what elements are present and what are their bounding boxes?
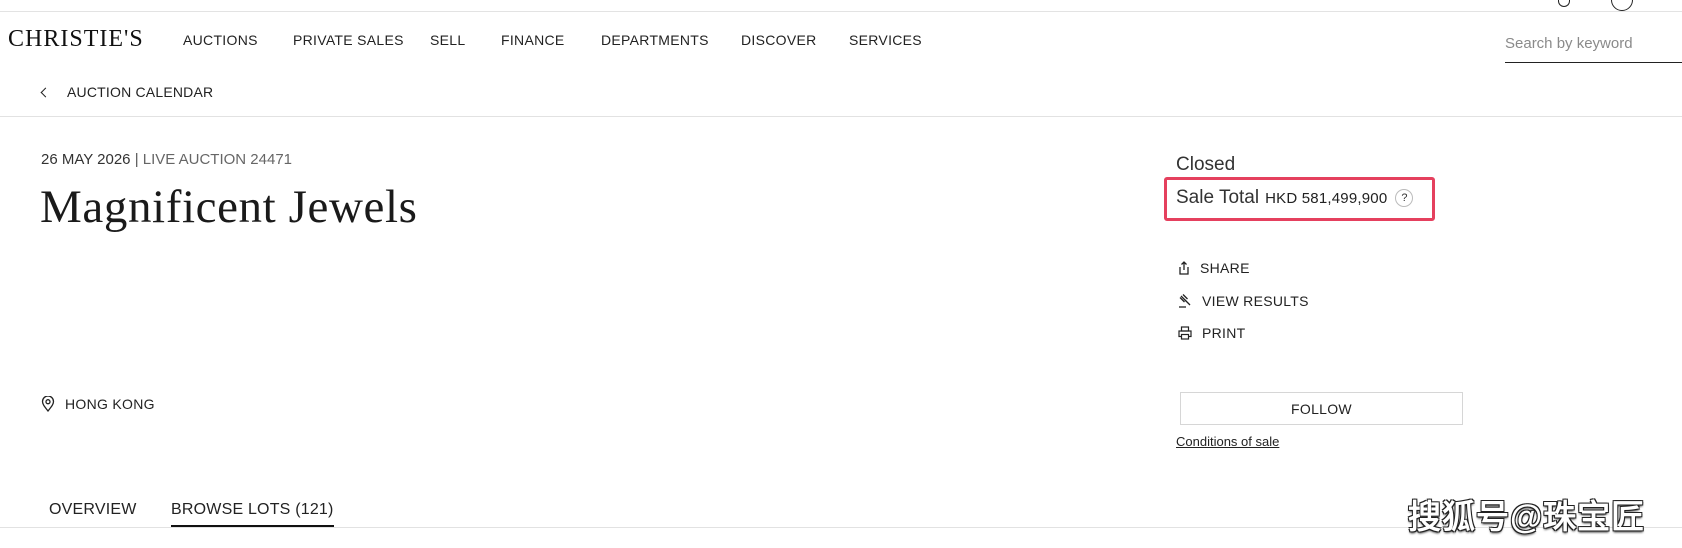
tab-browse-lots[interactable]: BROWSE LOTS (121) bbox=[171, 501, 334, 528]
sale-meta-separator: | bbox=[134, 151, 139, 168]
print-label: PRINT bbox=[1202, 325, 1246, 341]
follow-button[interactable]: FOLLOW bbox=[1180, 392, 1463, 425]
location-label: HONG KONG bbox=[65, 396, 155, 412]
share-button[interactable]: SHARE bbox=[1178, 260, 1250, 276]
nav-finance[interactable]: FINANCE bbox=[501, 32, 565, 48]
header-divider bbox=[0, 116, 1682, 117]
watermark: 搜狐号@珠宝匠 bbox=[1408, 498, 1646, 535]
search-input[interactable] bbox=[1505, 28, 1682, 63]
sale-total-value: HKD 581,499,900 bbox=[1265, 189, 1388, 207]
view-results-button[interactable]: VIEW RESULTS bbox=[1178, 293, 1309, 309]
account-icon[interactable] bbox=[1611, 0, 1633, 11]
nav-discover[interactable]: DISCOVER bbox=[741, 32, 817, 48]
tab-overview[interactable]: OVERVIEW bbox=[49, 501, 137, 519]
christies-logo[interactable]: CHRISTIE'S bbox=[8, 26, 144, 53]
nav-departments[interactable]: DEPARTMENTS bbox=[601, 32, 709, 48]
share-label: SHARE bbox=[1200, 260, 1250, 276]
conditions-of-sale-link[interactable]: Conditions of sale bbox=[1176, 434, 1279, 449]
chevron-left-icon bbox=[40, 87, 51, 97]
print-icon bbox=[1178, 326, 1192, 340]
location-pin-icon bbox=[41, 396, 55, 412]
sale-total-label: Sale Total bbox=[1176, 187, 1260, 208]
auction-type: LIVE AUCTION 24471 bbox=[142, 151, 293, 168]
nav-private-sales[interactable]: PRIVATE SALES bbox=[293, 32, 404, 48]
sale-meta: 26 MAY 2026 | LIVE AUCTION 24471 bbox=[41, 151, 292, 168]
page-title: Magnificent Jewels bbox=[40, 181, 418, 233]
breadcrumb[interactable]: AUCTION CALENDAR bbox=[40, 82, 214, 102]
site-header: CHRISTIE'S AUCTIONS PRIVATE SALES SELL F… bbox=[0, 12, 1682, 70]
nav-services[interactable]: SERVICES bbox=[849, 32, 922, 48]
nav-sell[interactable]: SELL bbox=[430, 32, 465, 48]
print-button[interactable]: PRINT bbox=[1178, 325, 1246, 341]
sale-location: HONG KONG bbox=[41, 396, 155, 412]
top-utility-bar bbox=[0, 0, 1682, 12]
sale-total: Sale Total HKD 581,499,900 ? bbox=[1176, 187, 1414, 209]
sale-date: 26 MAY 2026 bbox=[41, 151, 131, 168]
breadcrumb-label: AUCTION CALENDAR bbox=[67, 84, 214, 100]
share-icon bbox=[1179, 261, 1189, 275]
gavel-icon bbox=[1179, 294, 1191, 308]
help-icon[interactable]: ? bbox=[1395, 189, 1414, 207]
bag-icon[interactable] bbox=[1558, 0, 1570, 7]
view-results-label: VIEW RESULTS bbox=[1202, 293, 1309, 309]
sale-status: Closed bbox=[1176, 154, 1236, 175]
nav-auctions[interactable]: AUCTIONS bbox=[183, 32, 258, 48]
